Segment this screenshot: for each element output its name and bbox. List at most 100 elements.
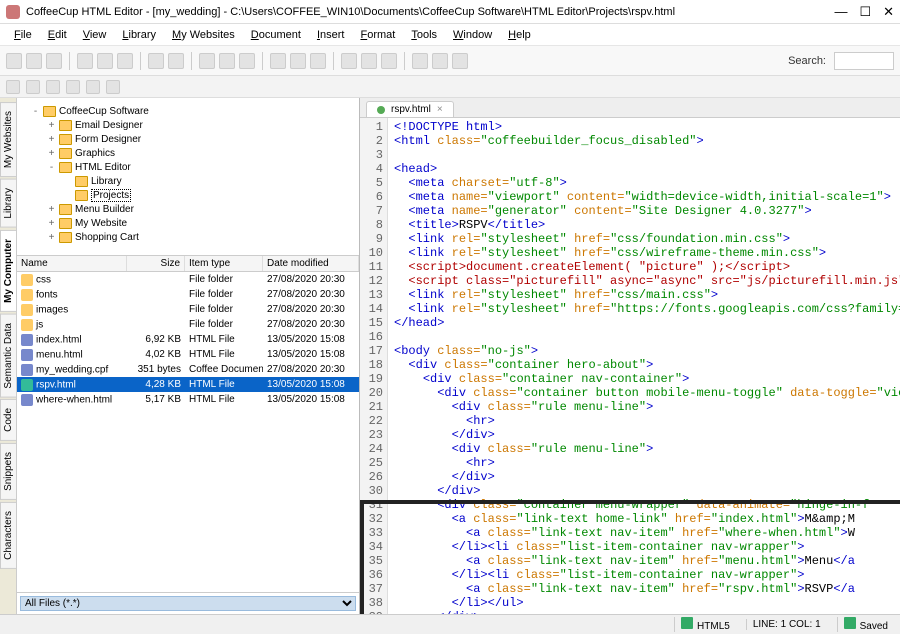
project-up-icon[interactable] xyxy=(26,80,40,94)
col-type[interactable]: Item type xyxy=(185,256,263,271)
side-tab-strip: My Websites Library My Computer Semantic Da… xyxy=(0,98,17,614)
toolbar-redo-icon[interactable] xyxy=(168,53,184,69)
menubar: FileEditViewLibraryMy WebsitesDocumentIn… xyxy=(0,24,900,46)
side-tab-my-websites[interactable]: My Websites xyxy=(0,102,16,177)
file-tab-label: rspv.html xyxy=(391,104,431,115)
file-row-my-wedding-cpf[interactable]: my_wedding.cpf351 bytesCoffee Document27… xyxy=(17,362,359,377)
file-list[interactable]: Name Size Item type Date modified cssFil… xyxy=(17,256,359,592)
toolbar-bold-icon[interactable] xyxy=(199,53,215,69)
status-bar: HTML5 LINE: 1 COL: 1 Saved xyxy=(0,614,900,634)
project-delete-icon[interactable] xyxy=(86,80,100,94)
file-row-css[interactable]: cssFile folder27/08/2020 20:30 xyxy=(17,272,359,287)
menu-my-websites[interactable]: My Websites xyxy=(166,27,241,43)
file-row-where-when-html[interactable]: where-when.html5,17 KBHTML File13/05/202… xyxy=(17,392,359,407)
toolbar-underline-icon[interactable] xyxy=(239,53,255,69)
menu-window[interactable]: Window xyxy=(447,27,498,43)
menu-format[interactable]: Format xyxy=(354,27,401,43)
save-status-icon xyxy=(844,617,856,629)
toolbar-open-icon[interactable] xyxy=(26,53,42,69)
file-row-menu-html[interactable]: menu.html4,02 KBHTML File13/05/2020 15:0… xyxy=(17,347,359,362)
file-tab-rspv[interactable]: rspv.html × xyxy=(366,101,454,117)
toolbar-paste-icon[interactable] xyxy=(117,53,133,69)
folder-tree[interactable]: -CoffeeCup Software+Email Designer+Form … xyxy=(17,98,359,256)
maximize-button[interactable]: ☐ xyxy=(859,4,871,20)
tree-node-my-website[interactable]: +My Website xyxy=(21,216,355,230)
toolbar-copy-icon[interactable] xyxy=(97,53,113,69)
col-name[interactable]: Name xyxy=(17,256,127,271)
close-button[interactable]: ✕ xyxy=(883,4,894,20)
project-home-icon[interactable] xyxy=(6,80,20,94)
tree-node-coffeecup-software[interactable]: -CoffeeCup Software xyxy=(21,104,355,118)
tree-node-html-editor[interactable]: -HTML Editor xyxy=(21,160,355,174)
project-newfolder-icon[interactable] xyxy=(46,80,60,94)
tree-node-projects[interactable]: Projects xyxy=(21,188,355,202)
toolbar-table-icon[interactable] xyxy=(381,53,397,69)
tree-node-shopping-cart[interactable]: +Shopping Cart xyxy=(21,230,355,244)
editor-panel: rspv.html × 1234567891011121314151617181… xyxy=(360,98,900,614)
file-tabs: rspv.html × xyxy=(360,98,900,118)
project-refresh-icon[interactable] xyxy=(66,80,80,94)
toolbar-upload-icon[interactable] xyxy=(432,53,448,69)
project-view-icon[interactable] xyxy=(106,80,120,94)
toolbar-align-right-icon[interactable] xyxy=(310,53,326,69)
menu-help[interactable]: Help xyxy=(502,27,537,43)
tree-node-library[interactable]: Library xyxy=(21,174,355,188)
side-tab-code[interactable]: Code xyxy=(0,399,16,441)
menu-insert[interactable]: Insert xyxy=(311,27,351,43)
col-size[interactable]: Size xyxy=(127,256,185,271)
status-lang: HTML5 xyxy=(697,621,730,632)
window-titlebar: CoffeeCup HTML Editor - [my_wedding] - C… xyxy=(0,0,900,24)
side-tab-semantic-data[interactable]: Semantic Data xyxy=(0,314,16,398)
file-browser-panel: -CoffeeCup Software+Email Designer+Form … xyxy=(17,98,360,614)
app-icon xyxy=(6,5,20,19)
file-row-rspv-html[interactable]: rspv.html4,28 KBHTML File13/05/2020 15:0… xyxy=(17,377,359,392)
file-status-icon xyxy=(377,106,385,114)
tree-node-menu-builder[interactable]: +Menu Builder xyxy=(21,202,355,216)
toolbar-settings-icon[interactable] xyxy=(452,53,468,69)
col-date[interactable]: Date modified xyxy=(263,256,359,271)
menu-tools[interactable]: Tools xyxy=(405,27,443,43)
toolbar-undo-icon[interactable] xyxy=(148,53,164,69)
file-row-index-html[interactable]: index.html6,92 KBHTML File13/05/2020 15:… xyxy=(17,332,359,347)
side-tab-my-computer[interactable]: My Computer xyxy=(0,230,16,312)
file-filter-select[interactable]: All Files (*.*) xyxy=(20,596,356,611)
main-toolbar: Search: xyxy=(0,46,900,76)
toolbar-preview-icon[interactable] xyxy=(412,53,428,69)
toolbar-cut-icon[interactable] xyxy=(77,53,93,69)
close-tab-icon[interactable]: × xyxy=(437,104,443,115)
tree-node-email-designer[interactable]: +Email Designer xyxy=(21,118,355,132)
line-number-gutter: 1234567891011121314151617181920212223242… xyxy=(360,118,388,614)
side-tab-library[interactable]: Library xyxy=(0,179,16,228)
minimize-button[interactable]: — xyxy=(834,4,847,20)
search-input[interactable] xyxy=(834,52,894,70)
side-tab-snippets[interactable]: Snippets xyxy=(0,443,16,500)
file-row-images[interactable]: imagesFile folder27/08/2020 20:30 xyxy=(17,302,359,317)
tree-node-form-designer[interactable]: +Form Designer xyxy=(21,132,355,146)
toolbar-align-center-icon[interactable] xyxy=(290,53,306,69)
menu-library[interactable]: Library xyxy=(116,27,162,43)
toolbar-save-icon[interactable] xyxy=(46,53,62,69)
toolbar-new-icon[interactable] xyxy=(6,53,22,69)
file-list-header: Name Size Item type Date modified xyxy=(17,256,359,272)
menu-file[interactable]: File xyxy=(8,27,38,43)
file-row-js[interactable]: jsFile folder27/08/2020 20:30 xyxy=(17,317,359,332)
menu-edit[interactable]: Edit xyxy=(42,27,73,43)
tree-node-graphics[interactable]: +Graphics xyxy=(21,146,355,160)
toolbar-image-icon[interactable] xyxy=(361,53,377,69)
floppy-icon xyxy=(681,617,693,629)
code-text[interactable]: <!DOCTYPE html><html class="coffeebuilde… xyxy=(388,118,900,614)
window-title: CoffeeCup HTML Editor - [my_wedding] - C… xyxy=(26,6,675,18)
menu-view[interactable]: View xyxy=(77,27,113,43)
search-label: Search: xyxy=(788,55,830,67)
status-cursor: LINE: 1 COL: 1 xyxy=(746,619,827,630)
status-saved: Saved xyxy=(860,621,888,632)
file-row-fonts[interactable]: fontsFile folder27/08/2020 20:30 xyxy=(17,287,359,302)
toolbar-link-icon[interactable] xyxy=(341,53,357,69)
side-tab-characters[interactable]: Characters xyxy=(0,502,16,569)
toolbar-align-left-icon[interactable] xyxy=(270,53,286,69)
project-toolbar xyxy=(0,76,900,98)
menu-document[interactable]: Document xyxy=(245,27,307,43)
file-filter: All Files (*.*) xyxy=(17,592,359,614)
code-editor[interactable]: 1234567891011121314151617181920212223242… xyxy=(360,118,900,614)
toolbar-italic-icon[interactable] xyxy=(219,53,235,69)
